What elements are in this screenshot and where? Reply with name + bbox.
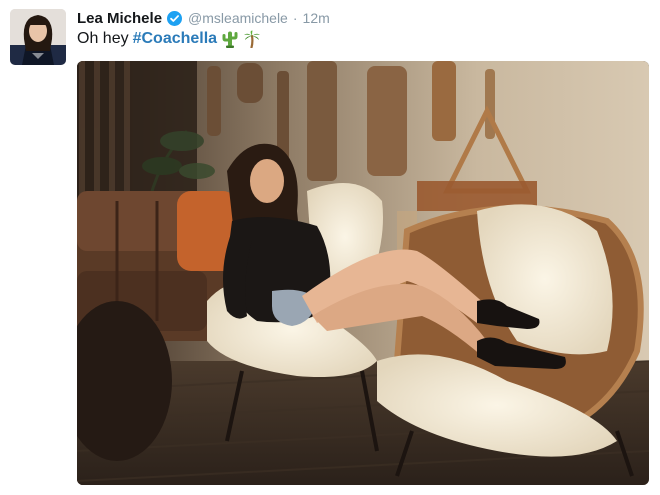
timestamp[interactable]: 12m: [303, 10, 330, 26]
separator-dot: ·: [292, 10, 298, 26]
hashtag-link[interactable]: #Coachella: [133, 30, 217, 48]
tweet-photo[interactable]: [77, 61, 649, 485]
verified-badge-icon: [167, 10, 183, 26]
tweet-text: Oh hey #Coachella: [77, 30, 261, 48]
cactus-icon: [221, 30, 239, 48]
tweet-header: Lea Michele @msleamichele · 12m: [77, 8, 330, 28]
tweet-text-prefix: Oh hey: [77, 30, 129, 47]
author-name[interactable]: Lea Michele: [77, 10, 162, 27]
palm-tree-icon: [243, 30, 261, 48]
avatar[interactable]: [10, 9, 66, 65]
tweet: Lea Michele @msleamichele · 12m Oh hey #…: [0, 0, 660, 495]
author-handle[interactable]: @msleamichele: [188, 10, 288, 26]
